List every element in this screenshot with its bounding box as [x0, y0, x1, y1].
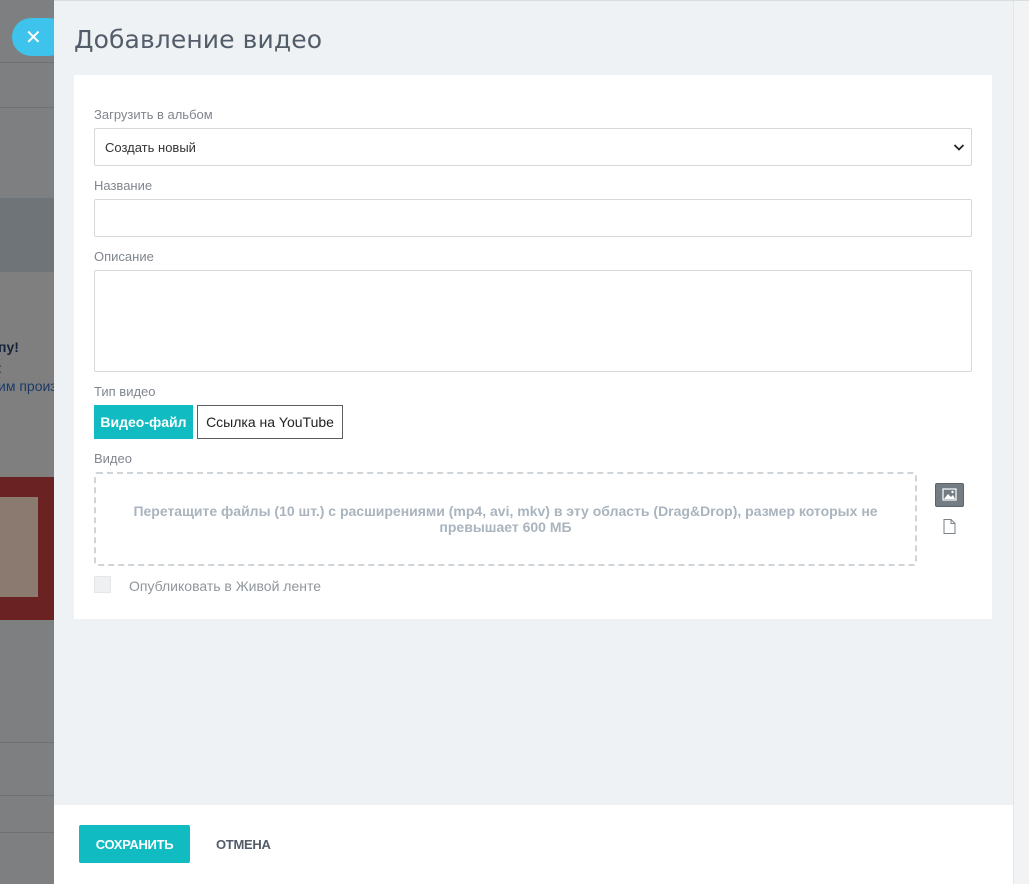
add-video-form: Загрузить в альбом Создать новый Названи… — [74, 75, 992, 619]
image-icon[interactable] — [935, 483, 964, 507]
album-select-value: Создать новый — [105, 139, 196, 155]
background-content — [0, 272, 54, 480]
dropzone-text: Перетащите файлы (10 шт.) с расширениями… — [133, 503, 878, 535]
background-divider — [0, 742, 54, 743]
background-divider — [0, 795, 54, 796]
save-button[interactable]: СОХРАНИТЬ — [79, 825, 190, 863]
add-video-slider: Добавление видео Загрузить в альбом Созд… — [54, 0, 1029, 884]
background-divider — [0, 832, 54, 833]
publish-checkbox-label[interactable]: Опубликовать в Живой ленте — [129, 578, 321, 594]
background-band — [0, 198, 54, 272]
description-label: Описание — [94, 249, 154, 264]
chevron-down-icon — [953, 144, 965, 151]
background-image-detail — [0, 497, 38, 597]
name-label: Название — [94, 178, 153, 193]
background-heading: пу! — [0, 339, 19, 355]
video-dropzone[interactable]: Перетащите файлы (10 шт.) с расширениями… — [94, 472, 917, 566]
album-label: Загрузить в альбом — [94, 107, 213, 122]
video-type-label: Тип видео — [94, 384, 156, 399]
background-divider — [0, 107, 54, 108]
cancel-button[interactable]: ОТМЕНА — [216, 825, 271, 863]
background-image — [0, 477, 54, 620]
image-icon-graphic — [942, 488, 957, 501]
album-select[interactable]: Создать новый — [94, 128, 972, 166]
name-input[interactable] — [94, 199, 972, 237]
video-file-button[interactable]: Видео-файл — [94, 405, 193, 439]
background-page: пу! : им произ — [0, 0, 54, 884]
description-textarea[interactable] — [94, 270, 972, 372]
background-divider — [0, 62, 54, 63]
close-icon: ✕ — [25, 26, 42, 49]
youtube-link-button[interactable]: Ссылка на YouTube — [197, 405, 343, 439]
background-text: им произ — [0, 378, 54, 394]
file-icon[interactable] — [943, 519, 956, 534]
page-title: Добавление видео — [74, 25, 323, 54]
slider-footer: СОХРАНИТЬ ОТМЕНА — [54, 805, 1013, 884]
scrollbar[interactable] — [1013, 1, 1029, 884]
publish-checkbox[interactable] — [94, 576, 111, 593]
background-text: : — [0, 360, 2, 376]
video-label: Видео — [94, 451, 132, 466]
